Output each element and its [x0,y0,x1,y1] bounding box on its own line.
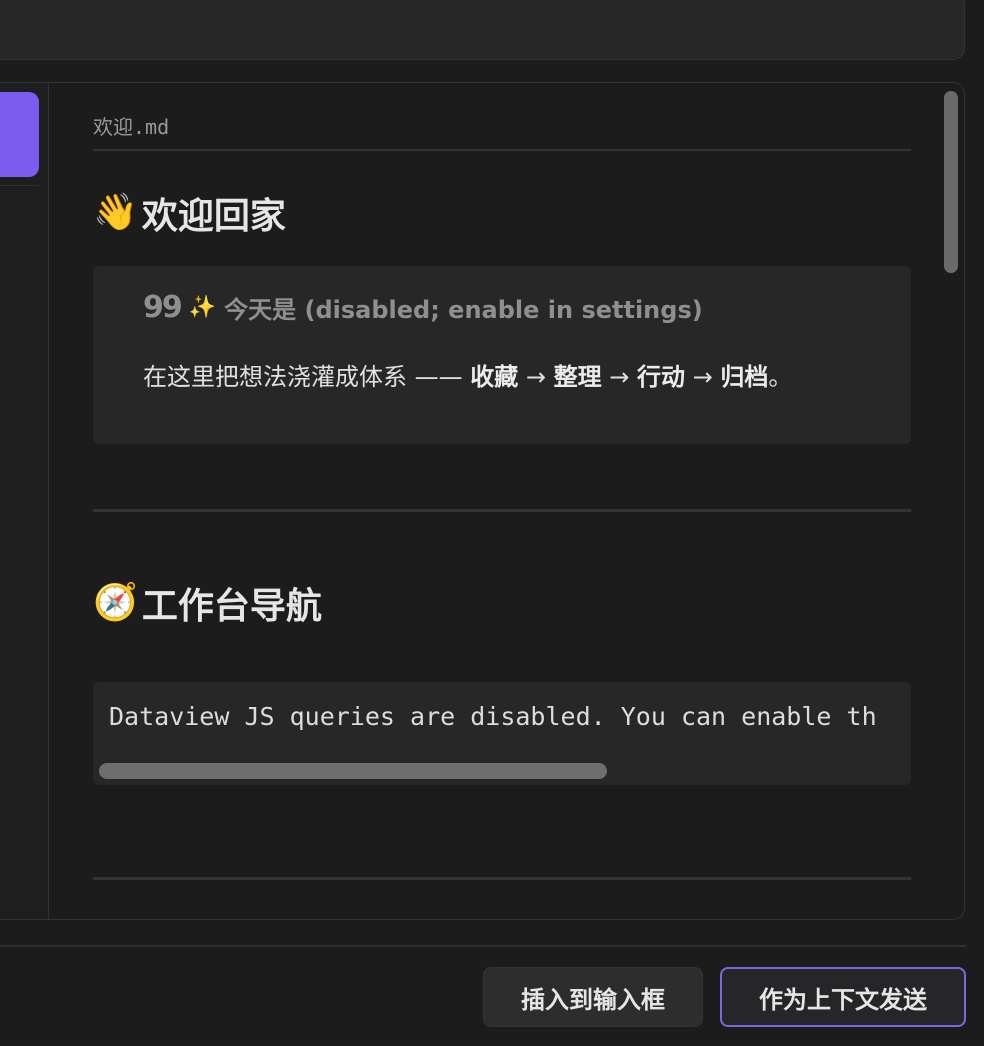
side-divider [0,185,39,186]
file-name: 欢迎.md [93,115,170,139]
quote-callout: 99 ✨ 今天是 (disabled; enable in settings) … [93,266,911,444]
step-arrow: → [685,363,721,391]
callout-title: 99 ✨ 今天是 (disabled; enable in settings) [143,290,703,325]
step-organize: 整理 [553,363,602,391]
step-arrow: → [518,363,554,391]
nav-heading-text: 工作台导航 [141,586,322,627]
step-arrow: → [601,363,638,391]
send-as-context-button[interactable]: 作为上下文发送 [720,967,966,1027]
horizontal-rule [93,877,911,880]
compass-icon: 🧭 [93,582,138,623]
callout-body-suffix: 。 [768,363,793,391]
file-name-divider [93,149,911,151]
callout-body-prefix: 在这里把想法浇灌成体系 —— [143,363,471,391]
insert-to-input-button[interactable]: 插入到输入框 [483,967,703,1027]
code-text: Dataview JS queries are disabled. You ca… [109,702,877,731]
code-horizontal-scrollbar[interactable] [99,763,607,779]
vertical-scrollbar[interactable] [944,91,958,273]
markdown-document: 欢迎.md 👋 欢迎回家 99 ✨ 今天是 (disabled; enable … [93,83,911,919]
welcome-heading: 👋 欢迎回家 [93,187,286,239]
callout-title-text: 今天是 (disabled; enable in settings) [224,296,703,324]
quote-icon: 99 [143,289,183,325]
horizontal-rule [93,509,911,512]
side-pane [0,83,49,919]
footer-divider [0,945,966,947]
waving-hand-icon: 👋 [93,192,138,233]
side-active-item[interactable] [0,92,39,177]
callout-body: 在这里把想法浇灌成体系 —— 收藏 → 整理 → 行动 → 归档。 [143,357,792,392]
step-act: 行动 [637,363,686,391]
nav-heading: 🧭 工作台导航 [93,577,322,629]
code-block: Dataview JS queries are disabled. You ca… [93,682,911,785]
step-archive: 归档 [720,363,769,391]
welcome-heading-text: 欢迎回家 [141,196,286,237]
top-input-bar[interactable] [0,0,965,60]
sparkles-icon: ✨ [188,294,217,320]
preview-panel: 欢迎.md 👋 欢迎回家 99 ✨ 今天是 (disabled; enable … [0,82,965,920]
step-collect: 收藏 [470,363,519,391]
